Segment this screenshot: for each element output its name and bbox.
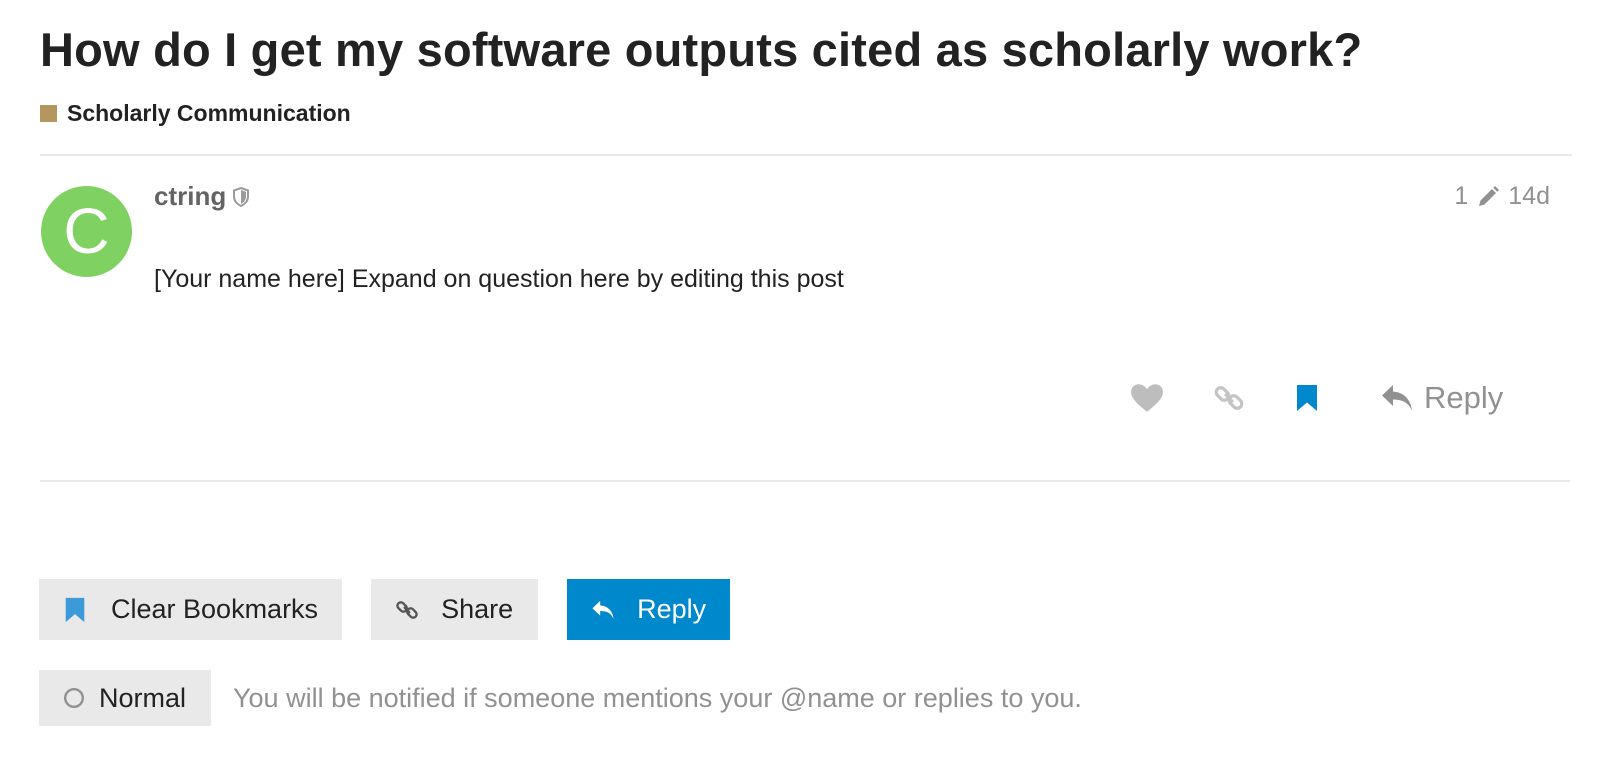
category-color-swatch [40,105,57,122]
bookmark-icon [65,597,85,622]
share-button[interactable]: Share [371,579,539,640]
reply-button[interactable]: Reply [567,579,731,640]
post-reply-label: Reply [1424,380,1504,415]
pencil-icon[interactable] [1476,185,1500,209]
category-badge[interactable]: Scholarly Communication [40,100,351,127]
reply-arrow-icon [1382,385,1412,411]
bookmark-button[interactable] [1292,381,1322,415]
topic-footer-buttons: Clear Bookmarks Share Reply [39,579,731,640]
reply-label: Reply [637,594,707,624]
notification-description: You will be notified if someone mentions… [233,682,1082,713]
post-actions: Reply [1130,380,1503,416]
notification-level-label: Normal [99,682,187,713]
share-label: Share [441,594,514,624]
clear-bookmarks-button[interactable]: Clear Bookmarks [39,579,343,640]
clear-bookmarks-label: Clear Bookmarks [111,594,319,624]
edit-count[interactable]: 1 [1454,182,1468,211]
heart-icon [1131,384,1163,412]
post-meta: 1 14d [1454,182,1550,211]
post-body: [Your name here] Expand on question here… [154,265,844,293]
category-label: Scholarly Communication [67,100,351,126]
topic-page: How do I get my software outputs cited a… [0,0,1612,770]
bookmark-icon [1297,385,1317,411]
post-divider [40,480,1570,482]
copy-link-button[interactable] [1212,381,1246,415]
link-icon [1214,386,1244,410]
moderator-shield-icon [233,186,250,207]
topic-title[interactable]: How do I get my software outputs cited a… [40,22,1362,77]
link-icon [396,600,418,619]
post-age[interactable]: 14d [1508,182,1550,211]
notification-level-button[interactable]: Normal [39,670,212,726]
reply-arrow-icon [592,600,614,619]
post-reply-button[interactable]: Reply [1380,380,1503,416]
circle-outline-icon [63,687,85,709]
notification-controls: Normal You will be notified if someone m… [39,670,1082,726]
avatar[interactable]: C [41,186,132,277]
header-divider [40,154,1572,156]
username: ctring [154,181,227,211]
avatar-letter: C [63,194,110,267]
post-author[interactable]: ctring [154,181,250,212]
like-button[interactable] [1130,381,1164,415]
